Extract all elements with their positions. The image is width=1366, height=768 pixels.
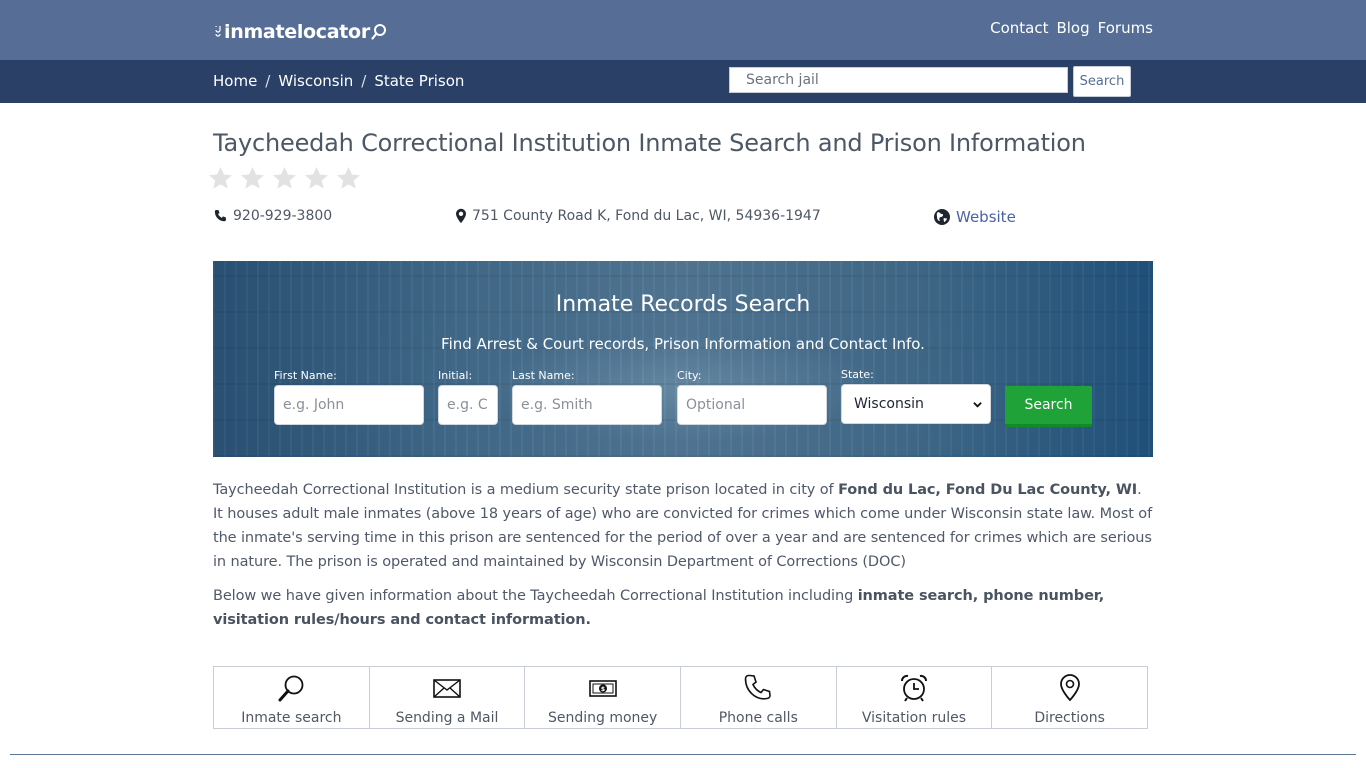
- envelope-icon: [433, 679, 461, 698]
- star-icon[interactable]: [302, 164, 331, 193]
- tile-phone-calls[interactable]: Phone calls: [679, 666, 837, 729]
- breadcrumb-separator: /: [265, 72, 271, 90]
- svg-text:$: $: [601, 686, 605, 693]
- jail-search-button[interactable]: Search: [1073, 66, 1131, 97]
- phone-icon: [214, 209, 226, 221]
- first-name-input[interactable]: [274, 385, 424, 425]
- star-rating[interactable]: [206, 164, 363, 193]
- tile-sending-mail[interactable]: Sending a Mail: [368, 666, 526, 729]
- breadcrumb-wisconsin[interactable]: Wisconsin: [278, 72, 353, 90]
- state-select[interactable]: Wisconsin: [841, 384, 991, 424]
- nav-contact-link[interactable]: Contact: [990, 19, 1048, 37]
- banknote-icon: $: [588, 680, 617, 697]
- tile-sending-money[interactable]: $ Sending money: [524, 666, 681, 729]
- first-name-label: First Name:: [274, 369, 337, 382]
- star-icon[interactable]: [334, 164, 363, 193]
- logo-magnifier-icon: [371, 24, 386, 40]
- city-input[interactable]: [677, 385, 827, 425]
- star-icon[interactable]: [206, 164, 235, 193]
- top-header: inmatelocator Contact Blog Forums: [0, 0, 1366, 60]
- breadcrumb-separator: /: [361, 72, 367, 90]
- chain-link-icon: [215, 26, 221, 37]
- globe-icon: [934, 209, 950, 225]
- address-text: 751 County Road K, Fond du Lac, WI, 5493…: [472, 208, 821, 224]
- star-icon[interactable]: [238, 164, 267, 193]
- top-nav: Contact Blog Forums: [990, 19, 1153, 37]
- address-info: 751 County Road K, Fond du Lac, WI, 5493…: [455, 208, 821, 224]
- last-name-input[interactable]: [512, 385, 662, 425]
- tile-visitation-rules[interactable]: Visitation rules: [835, 666, 993, 729]
- hero-title: Inmate Records Search: [555, 292, 811, 317]
- nav-forums-link[interactable]: Forums: [1098, 19, 1153, 37]
- magnifier-icon: [278, 675, 304, 702]
- footer-divider: [10, 754, 1356, 755]
- alarm-clock-icon: [900, 674, 927, 702]
- map-pin-icon: [1059, 674, 1080, 702]
- state-label: State:: [841, 368, 874, 381]
- initial-label: Initial:: [438, 369, 473, 382]
- breadcrumb-bar: Home / Wisconsin / State Prison: [0, 60, 1366, 103]
- tile-directions[interactable]: Directions: [991, 666, 1148, 729]
- initial-input[interactable]: [438, 385, 498, 425]
- phone-icon: [744, 674, 772, 700]
- last-name-label: Last Name:: [512, 369, 575, 382]
- state-selected-value: Wisconsin: [854, 396, 924, 412]
- nav-blog-link[interactable]: Blog: [1056, 19, 1089, 37]
- inmate-records-search-panel: Inmate Records Search Find Arrest & Cour…: [213, 261, 1153, 457]
- description-paragraph: Taycheedah Correctional Institution is a…: [213, 482, 1153, 570]
- map-marker-icon: [456, 208, 466, 224]
- info-summary-paragraph: Below we have given information about th…: [213, 588, 1105, 628]
- hero-subtitle: Find Arrest & Court records, Prison Info…: [441, 335, 925, 353]
- phone-number: 920-929-3800: [233, 208, 333, 224]
- star-icon[interactable]: [270, 164, 299, 193]
- tile-inmate-search[interactable]: Inmate search: [213, 666, 370, 729]
- jail-search-input[interactable]: [729, 67, 1068, 93]
- website-info: Website: [933, 208, 1016, 226]
- breadcrumb-state-prison[interactable]: State Prison: [374, 72, 464, 90]
- logo-text: inmatelocator: [224, 21, 370, 43]
- page-title: Taycheedah Correctional Institution Inma…: [213, 129, 1086, 157]
- location-highlight: Fond du Lac, Fond Du Lac County, WI: [838, 482, 1138, 498]
- inmate-search-button[interactable]: Search: [1005, 386, 1092, 427]
- breadcrumb-home[interactable]: Home: [213, 72, 257, 90]
- quick-links: Inmate search Sending a Mail $ Sending m…: [213, 666, 1153, 729]
- site-logo[interactable]: inmatelocator: [213, 19, 387, 45]
- city-label: City:: [677, 369, 702, 382]
- website-link[interactable]: Website: [956, 208, 1016, 226]
- breadcrumb: Home / Wisconsin / State Prison: [213, 72, 464, 90]
- phone-info: 920-929-3800: [213, 208, 332, 224]
- chevron-down-icon: [973, 402, 982, 408]
